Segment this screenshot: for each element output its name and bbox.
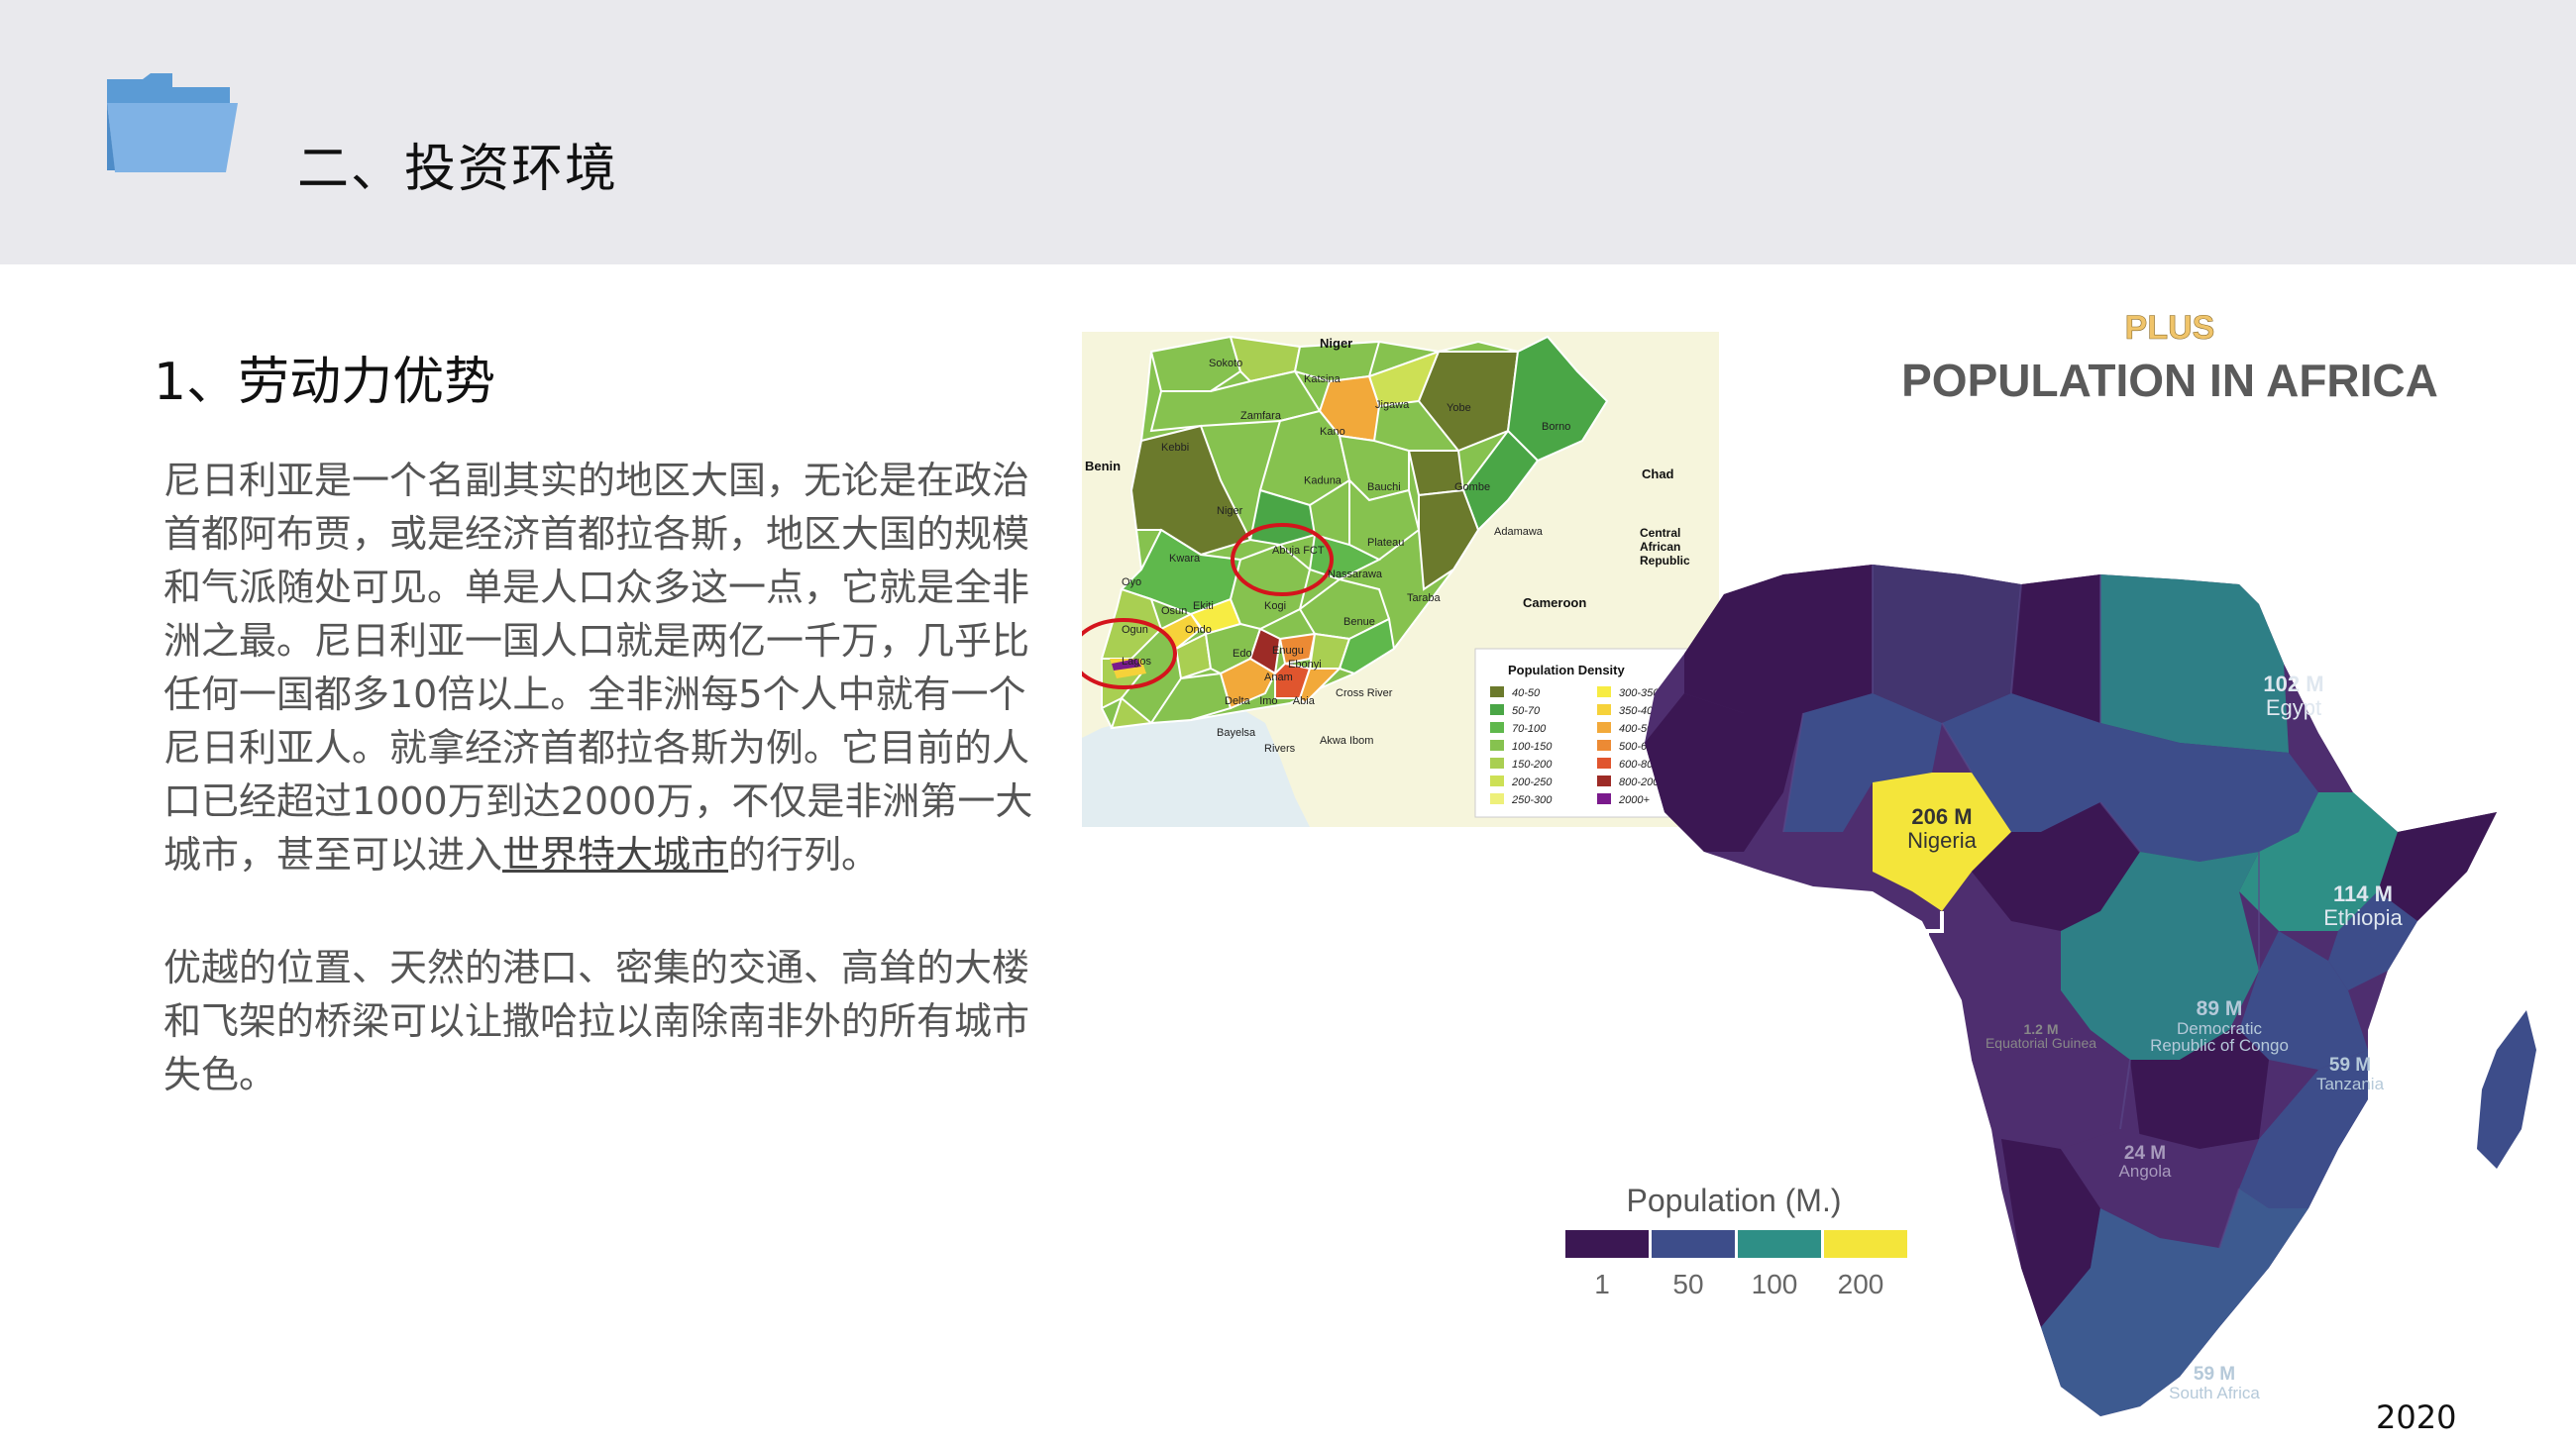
state-label: Kano	[1320, 426, 1345, 438]
state-label: Delta	[1225, 695, 1251, 707]
label-egypt-value: 102 M	[2263, 672, 2323, 696]
state-label: Cross River	[1336, 687, 1393, 699]
year-label: 2020	[2376, 1398, 2457, 1436]
state-label: Kebbi	[1161, 442, 1189, 454]
state-label: Enugu	[1272, 645, 1304, 657]
state-label: Edo	[1233, 648, 1252, 660]
population-legend-tick: 100	[1752, 1269, 1798, 1299]
state-label: Osun	[1161, 605, 1187, 617]
state-label: Kaduna	[1304, 475, 1342, 487]
state-label: Niger	[1217, 505, 1243, 517]
label-angola-value: 24 M	[2124, 1143, 2166, 1164]
population-legend-swatch	[1738, 1230, 1821, 1258]
label-eqguinea-value: 1.2 M	[2023, 1021, 2058, 1037]
label-ethiopia-value: 114 M	[2333, 881, 2393, 906]
state-label: Kogi	[1264, 600, 1286, 612]
state-label: Rivers	[1264, 743, 1296, 755]
state-label: Plateau	[1367, 537, 1404, 549]
state-label: Nassarawa	[1328, 569, 1383, 580]
state-label: Abia	[1293, 695, 1316, 707]
label-drc-value: 89 M	[2197, 997, 2243, 1020]
folder-icon	[107, 73, 238, 172]
state-label: Ebonyi	[1288, 659, 1322, 671]
label-southafrica-value: 59 M	[2194, 1364, 2235, 1385]
state-label: Ekiti	[1193, 600, 1214, 612]
density-legend-swatch	[1490, 793, 1504, 804]
state-label: Anam	[1264, 672, 1293, 683]
density-legend-swatch	[1490, 704, 1504, 715]
label-egypt-name: Egypt	[2266, 695, 2321, 720]
population-legend-tick: 50	[1672, 1269, 1703, 1299]
plus-label: PLUS	[2125, 309, 2215, 347]
population-legend-swatch	[1565, 1230, 1649, 1258]
density-legend-swatch	[1490, 758, 1504, 769]
map-label-benin: Benin	[1085, 459, 1121, 473]
population-legend-swatch	[1652, 1230, 1735, 1258]
population-legend-tick: 200	[1838, 1269, 1884, 1299]
state-label: Akwa Ibom	[1320, 735, 1373, 747]
population-legend-title: Population (M.)	[1627, 1183, 1842, 1218]
state-label: Oyo	[1122, 576, 1141, 588]
paragraph-text-end: 的行列。	[728, 833, 880, 877]
paragraph-labor: 尼日利亚是一个名副其实的地区大国，无论是在政治首都阿布贾，或是经济首都拉各斯，地…	[163, 454, 1055, 881]
state-label: Gombe	[1454, 481, 1490, 493]
state-label: Abuja FCT	[1272, 545, 1325, 557]
label-southafrica-name: South Africa	[2169, 1384, 2260, 1402]
state-label: Kwara	[1169, 553, 1201, 565]
state-label: Ogun	[1122, 624, 1148, 636]
section-title: 1、劳动力优势	[154, 353, 496, 412]
paragraph-text: 尼日利亚是一个名副其实的地区大国，无论是在政治首都阿布贾，或是经济首都拉各斯，地…	[163, 459, 1033, 877]
state-label: Benue	[1343, 616, 1375, 628]
state-label: Bayelsa	[1217, 727, 1256, 739]
state-label: Lagos	[1122, 656, 1151, 668]
state-label: Taraba	[1407, 592, 1442, 604]
population-legend: Population (M.) 1 50 100 200	[1565, 1183, 1907, 1299]
label-nigeria-value: 206 M	[1911, 804, 1972, 829]
label-drc-name: Democratic Republic of Congo	[2150, 1020, 2289, 1055]
state-label: Zamfara	[1240, 410, 1282, 422]
state-label: Ondo	[1185, 624, 1212, 636]
page-title: 二、投资环境	[297, 140, 619, 199]
density-legend-label: 50-70	[1512, 705, 1541, 717]
label-angola-name: Angola	[2119, 1162, 2172, 1181]
population-legend-tick: 1	[1594, 1269, 1610, 1299]
state-label: Yobe	[1447, 402, 1471, 414]
map-label-niger: Niger	[1320, 336, 1352, 351]
state-label: Imo	[1259, 695, 1277, 707]
label-ethiopia-name: Ethiopia	[2323, 905, 2403, 930]
state-label: Jigawa	[1375, 399, 1410, 411]
density-legend-swatch	[1490, 722, 1504, 733]
paragraph-location: 优越的位置、天然的港口、密集的交通、高耸的大楼和飞架的桥梁可以让撒哈拉以南除南非…	[163, 946, 1030, 1096]
africa-population-map: PLUS POPULATION IN AFRICA 102 M Egypt 20…	[1565, 309, 2536, 1416]
state-label: Sokoto	[1209, 358, 1242, 369]
density-legend-label: 70-100	[1512, 723, 1547, 735]
label-nigeria-name: Nigeria	[1907, 828, 1977, 853]
label-tanzania-name: Tanzania	[2316, 1075, 2385, 1093]
megacity-link[interactable]: 世界特大城市	[502, 833, 728, 877]
population-legend-swatch	[1824, 1230, 1907, 1258]
label-tanzania-value: 59 M	[2329, 1055, 2371, 1076]
state-label: Bauchi	[1367, 481, 1401, 493]
header-bar: 二、投资环境	[0, 0, 2576, 264]
state-label: Adamawa	[1494, 526, 1544, 538]
africa-map-title: POPULATION IN AFRICA	[1901, 355, 2438, 406]
label-eqguinea-name: Equatorial Guinea	[1985, 1036, 2097, 1051]
density-legend-swatch	[1490, 686, 1504, 697]
density-legend-swatch	[1490, 776, 1504, 786]
density-legend-swatch	[1490, 740, 1504, 751]
state-label: Katsina	[1304, 373, 1342, 385]
density-legend-label: 40-50	[1512, 687, 1541, 699]
